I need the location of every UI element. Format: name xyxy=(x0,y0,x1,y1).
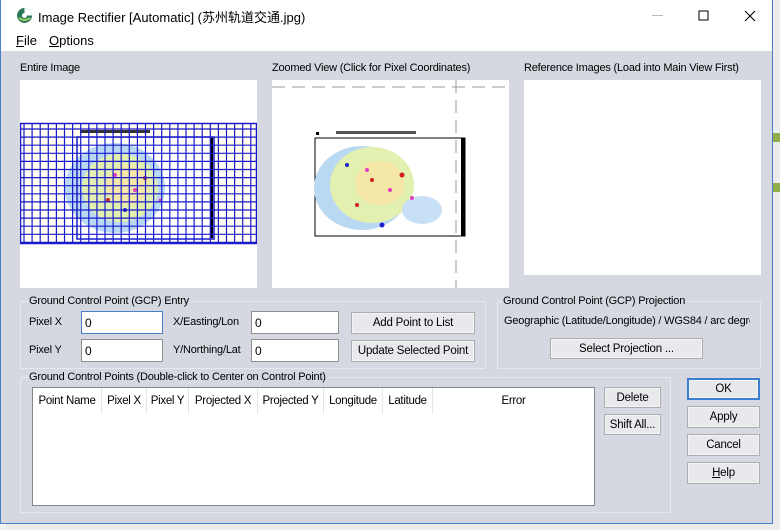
menu-options-label: ptions xyxy=(59,33,94,48)
pixel-y-label: Pixel Y xyxy=(29,344,62,356)
close-icon xyxy=(744,10,756,21)
delete-button[interactable]: Delete xyxy=(604,387,661,408)
zoomed-view[interactable] xyxy=(272,80,509,288)
maximize-icon xyxy=(698,10,709,20)
northing-input[interactable] xyxy=(251,339,339,362)
reference-images-label: Reference Images (Load into Main View Fi… xyxy=(524,62,739,74)
help-button[interactable]: Help xyxy=(687,462,760,484)
gcp-projection-title: Ground Control Point (GCP) Projection xyxy=(503,295,688,307)
menu-bar: File Options xyxy=(1,31,772,51)
menu-options[interactable]: Options xyxy=(49,33,94,48)
entire-image-canvas xyxy=(20,122,257,245)
reference-images-view[interactable] xyxy=(524,80,761,275)
cancel-button[interactable]: Cancel xyxy=(687,434,760,456)
title-bar[interactable]: Image Rectifier [Automatic] (苏州轨道交通.jpg) xyxy=(1,0,772,31)
gcp-entry-title: Ground Control Point (GCP) Entry xyxy=(29,295,191,307)
entire-image-view[interactable] xyxy=(20,80,257,288)
window-shadow xyxy=(6,524,780,530)
column-latitude[interactable]: Latitude xyxy=(383,388,433,414)
desktop-background xyxy=(773,0,780,530)
easting-input[interactable] xyxy=(251,311,339,334)
projection-text: Geographic (Latitude/Longitude) / WGS84 … xyxy=(504,315,750,327)
entire-image-label: Entire Image xyxy=(20,62,80,74)
column-projected-y[interactable]: Projected Y xyxy=(258,388,324,414)
app-logo-icon xyxy=(17,8,32,23)
zoomed-view-label: Zoomed View (Click for Pixel Coordinates… xyxy=(272,62,471,74)
column-longitude[interactable]: Longitude xyxy=(324,388,383,414)
column-pixel-x[interactable]: Pixel X xyxy=(102,388,147,414)
menu-file[interactable]: File xyxy=(16,33,37,48)
gcp-list-header: Point Name Pixel X Pixel Y Projected X P… xyxy=(33,388,594,414)
gcp-list[interactable]: Point Name Pixel X Pixel Y Projected X P… xyxy=(32,387,595,506)
menu-options-accel: O xyxy=(49,33,60,48)
pixel-x-label: Pixel X xyxy=(29,316,62,328)
window-title: Image Rectifier [Automatic] (苏州轨道交通.jpg) xyxy=(38,10,306,25)
help-label: elp xyxy=(720,467,735,479)
minimize-button[interactable] xyxy=(635,0,681,31)
ok-button[interactable]: OK xyxy=(687,378,760,400)
image-rectifier-dialog: Image Rectifier [Automatic] (苏州轨道交通.jpg)… xyxy=(0,0,773,524)
column-error[interactable]: Error xyxy=(433,388,594,414)
gcp-list-title: Ground Control Points (Double-click to C… xyxy=(29,371,328,383)
close-button[interactable] xyxy=(727,0,773,31)
minimize-icon xyxy=(652,14,663,16)
menu-file-label: ile xyxy=(23,33,37,48)
map-thumbnail xyxy=(63,130,215,240)
pixel-y-input[interactable] xyxy=(81,339,163,362)
update-point-button[interactable]: Update Selected Point xyxy=(351,340,475,362)
add-point-button[interactable]: Add Point to List xyxy=(351,312,475,334)
easting-label: X/Easting/Lon xyxy=(173,316,239,328)
northing-label: Y/Northing/Lat xyxy=(173,344,241,356)
maximize-button[interactable] xyxy=(681,0,727,31)
column-pixel-y[interactable]: Pixel Y xyxy=(147,388,189,414)
help-accel: H xyxy=(712,467,721,479)
select-projection-button[interactable]: Select Projection ... xyxy=(550,338,703,359)
apply-button[interactable]: Apply xyxy=(687,406,760,428)
desktop-decoration xyxy=(773,133,780,142)
zoomed-view-canvas xyxy=(272,80,509,288)
desktop-decoration xyxy=(773,183,780,192)
column-point-name[interactable]: Point Name xyxy=(33,388,102,414)
menu-file-accel: F xyxy=(16,33,24,48)
pixel-x-input[interactable] xyxy=(81,311,163,334)
shift-all-button[interactable]: Shift All... xyxy=(604,414,661,435)
column-projected-x[interactable]: Projected X xyxy=(189,388,258,414)
